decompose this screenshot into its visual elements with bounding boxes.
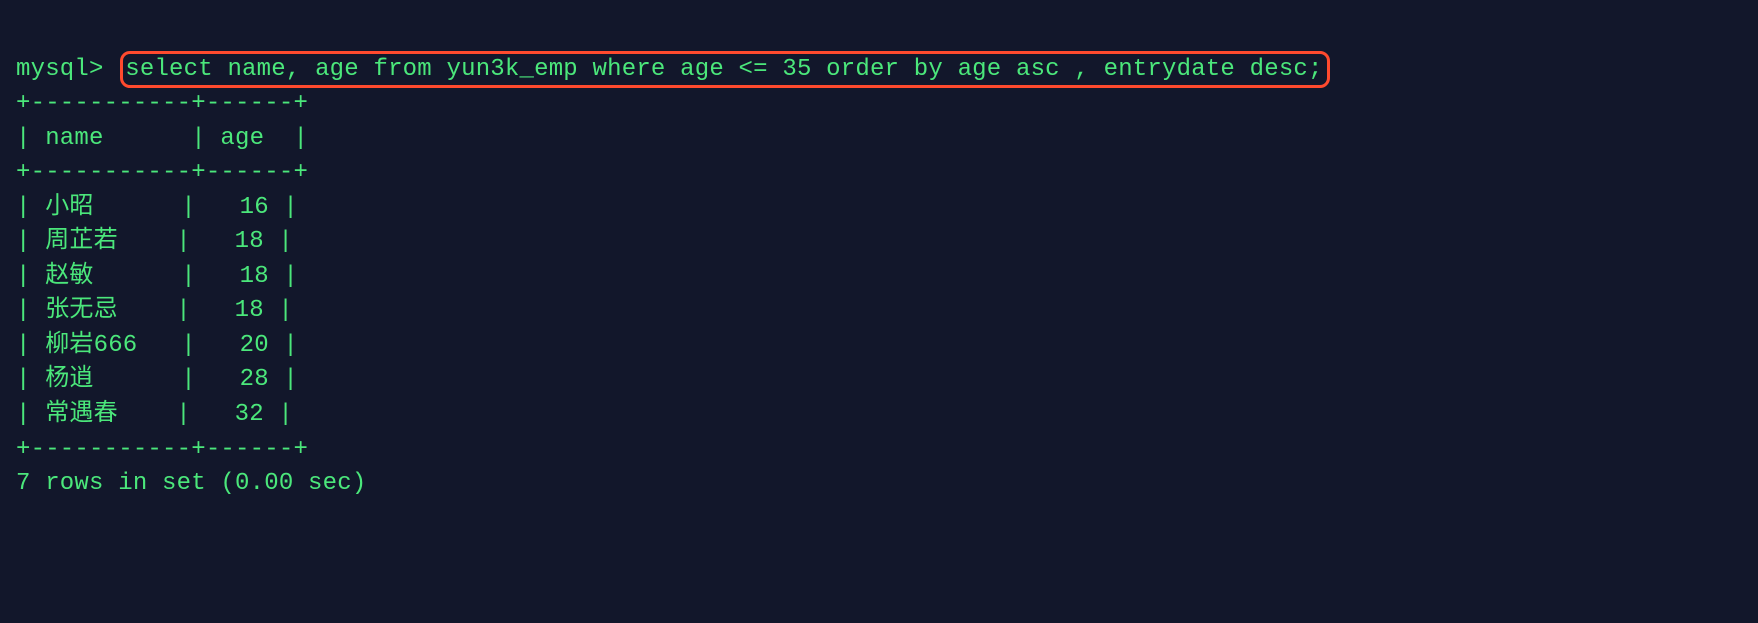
result-summary: 7 rows in set (0.00 sec) xyxy=(16,470,366,497)
sql-query-highlight: select name, age from yun3k_emp where ag… xyxy=(120,51,1329,88)
table-row: | 杨逍 | 28 | xyxy=(16,366,298,393)
table-row: | 赵敏 | 18 | xyxy=(16,263,298,290)
table-border-top: +-----------+------+ xyxy=(16,90,308,117)
table-row: | 小昭 | 16 | xyxy=(16,194,298,221)
table-border-mid: +-----------+------+ xyxy=(16,159,308,186)
table-row: | 常遇春 | 32 | xyxy=(16,401,293,428)
table-row: | 柳岩666 | 20 | xyxy=(16,332,298,359)
table-header-row: | name | age | xyxy=(16,125,308,152)
table-border-bottom: +-----------+------+ xyxy=(16,436,308,463)
table-row: | 张无忌 | 18 | xyxy=(16,297,293,324)
mysql-prompt: mysql> xyxy=(16,56,104,83)
table-row: | 周芷若 | 18 | xyxy=(16,228,293,255)
